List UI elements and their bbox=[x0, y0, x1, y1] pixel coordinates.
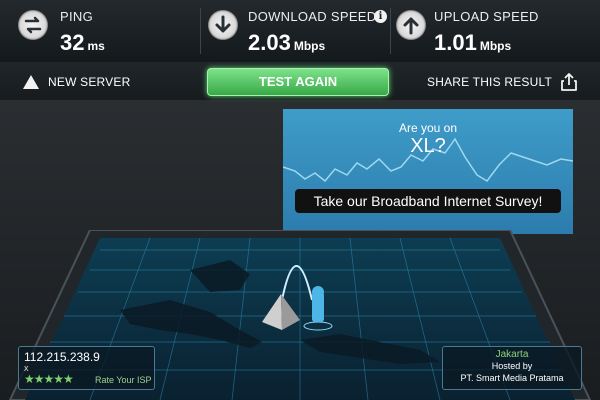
speedtest-app: PING 32 ms DOWNLOAD SPEED i 2.03 Mbps UPLO… bbox=[0, 0, 600, 400]
share-result-button[interactable]: SHARE THIS RESULT bbox=[427, 72, 578, 92]
survey-question-line1: Are you on bbox=[398, 121, 458, 135]
new-server-button[interactable]: NEW SERVER bbox=[22, 72, 130, 92]
new-server-label: NEW SERVER bbox=[48, 75, 131, 89]
upload-value: 1.01 Mbps bbox=[434, 30, 511, 56]
ping-number: 32 bbox=[60, 30, 85, 55]
ping-exchange-icon bbox=[18, 10, 48, 40]
survey-ad-panel[interactable]: Are you on XL? Take our Broadband Intern… bbox=[283, 109, 573, 234]
download-unit: Mbps bbox=[293, 39, 326, 53]
info-icon[interactable]: i bbox=[374, 10, 387, 23]
survey-button[interactable]: Take our Broadband Internet Survey! bbox=[295, 189, 561, 213]
ping-unit: ms bbox=[87, 39, 105, 53]
download-label: DOWNLOAD SPEED bbox=[248, 9, 377, 24]
server-city: Jakarta bbox=[495, 349, 529, 360]
host-name: PT. Smart Media Pratama bbox=[460, 373, 564, 383]
survey-question-line2: XL? bbox=[410, 135, 446, 157]
upload-unit: Mbps bbox=[479, 39, 512, 53]
ping-label: PING bbox=[60, 9, 93, 24]
isp-info-box: 112.215.238.9 x ★★★★★ Rate Your ISP bbox=[18, 346, 155, 390]
divider bbox=[390, 8, 391, 54]
upload-arrow-icon bbox=[396, 10, 426, 40]
rate-isp-link[interactable]: Rate Your ISP bbox=[95, 375, 152, 385]
upload-number: 1.01 bbox=[434, 30, 477, 55]
server-host-box: Jakarta Hosted by PT. Smart Media Pratam… bbox=[442, 346, 582, 390]
share-label: SHARE THIS RESULT bbox=[427, 75, 552, 89]
triangle-up-icon bbox=[23, 75, 39, 89]
rating-stars[interactable]: ★★★★★ bbox=[24, 372, 74, 386]
upload-label: UPLOAD SPEED bbox=[434, 9, 539, 24]
ip-address: 112.215.238.9 bbox=[24, 350, 100, 364]
action-bar: NEW SERVER TEST AGAIN SHARE THIS RESULT bbox=[0, 62, 600, 100]
download-arrow-icon bbox=[208, 10, 238, 40]
results-bar: PING 32 ms DOWNLOAD SPEED i 2.03 Mbps UPLO… bbox=[0, 0, 600, 63]
divider bbox=[200, 8, 201, 54]
download-value: 2.03 Mbps bbox=[248, 30, 325, 56]
download-number: 2.03 bbox=[248, 30, 291, 55]
share-icon bbox=[561, 73, 577, 91]
hosted-by-label: Hosted by bbox=[491, 361, 533, 371]
test-again-button[interactable]: TEST AGAIN bbox=[207, 68, 389, 96]
ping-value: 32 ms bbox=[60, 30, 105, 56]
